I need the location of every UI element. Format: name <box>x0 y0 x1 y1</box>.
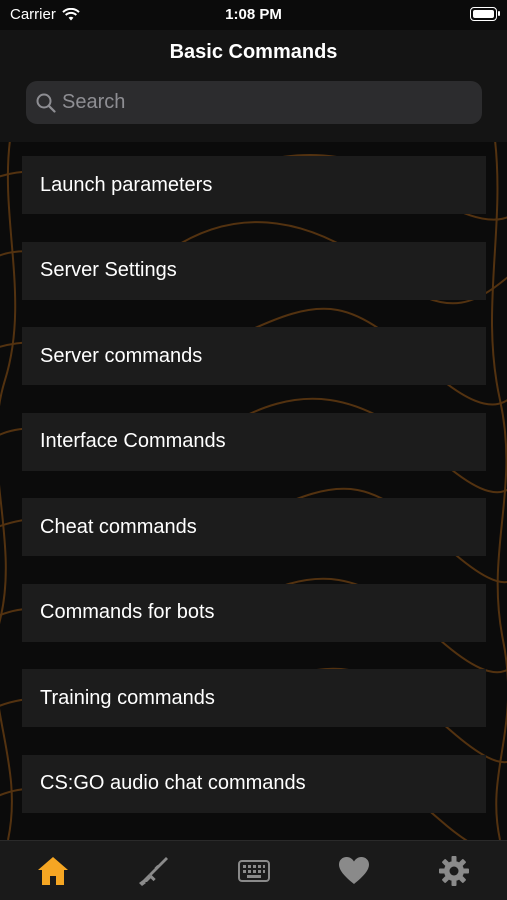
list-item-label: Interface Commands <box>40 430 226 452</box>
list-item-label: CS:GO audio chat commands <box>40 772 306 794</box>
status-time: 1:08 PM <box>225 6 282 23</box>
list-item-cheat-commands[interactable]: Cheat commands <box>22 498 486 556</box>
home-icon <box>38 856 68 885</box>
command-list: Launch parameters Server Settings Server… <box>22 156 486 840</box>
heart-icon <box>338 856 369 884</box>
gear-icon <box>439 855 469 886</box>
battery-icon <box>470 7 500 21</box>
search-bar[interactable] <box>26 81 482 124</box>
list-item-server-settings[interactable]: Server Settings <box>22 241 486 300</box>
rifle-icon <box>139 856 169 886</box>
list-item-launch-parameters[interactable]: Launch parameters <box>22 156 486 214</box>
list-item-label: Training commands <box>40 686 215 709</box>
list-item-interface-commands[interactable]: Interface Commands <box>22 412 486 471</box>
list-item-label: Server Settings <box>40 259 177 281</box>
tab-settings[interactable] <box>437 854 471 888</box>
status-bar: Carrier 1:08 PM <box>0 0 507 30</box>
list-item-commands-for-bots[interactable]: Commands for bots <box>22 583 486 642</box>
search-input[interactable] <box>62 91 462 114</box>
list-item-audio-chat-commands[interactable]: CS:GO audio chat commands <box>22 754 486 813</box>
tab-weapons[interactable] <box>136 854 170 888</box>
page-title: Basic Commands <box>169 41 338 63</box>
list-item-label: Server commands <box>40 344 203 367</box>
tab-keyboard[interactable] <box>237 854 271 888</box>
list-item-training-commands[interactable]: Training commands <box>22 669 486 727</box>
search-icon <box>36 93 56 113</box>
list-item-label: Launch parameters <box>40 173 213 196</box>
tab-home[interactable] <box>36 854 70 888</box>
list-item-server-commands[interactable]: Server commands <box>22 327 486 385</box>
tab-favorites[interactable] <box>337 854 371 888</box>
nav-header: Basic Commands <box>0 30 507 142</box>
list-item-label: Commands for bots <box>40 601 215 623</box>
keyboard-icon <box>237 859 270 882</box>
tab-bar <box>0 840 507 900</box>
list-item-label: Cheat commands <box>40 515 197 538</box>
